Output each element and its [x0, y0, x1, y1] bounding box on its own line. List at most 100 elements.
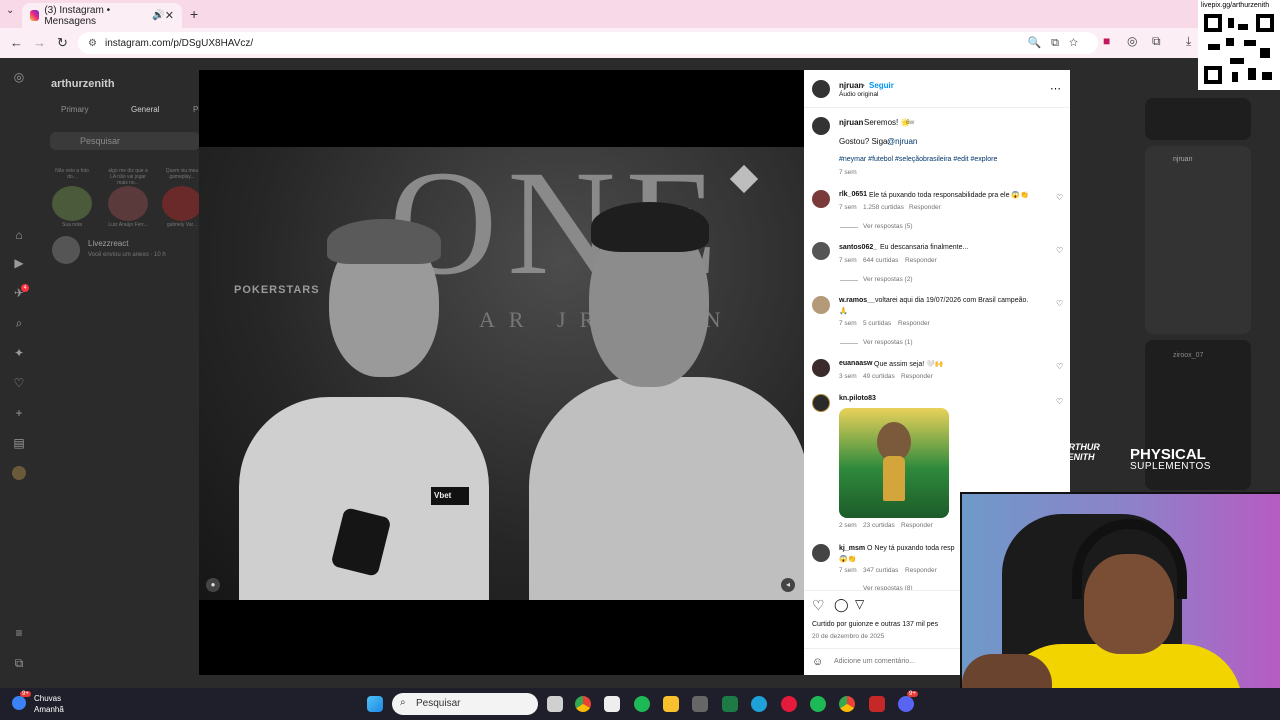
discord-icon[interactable] [898, 696, 914, 712]
instagram-logo-icon[interactable]: ◎ [12, 70, 26, 84]
comment-user[interactable]: santos062_ [839, 244, 877, 251]
emoji-icon[interactable]: ☺ [812, 656, 823, 668]
chrome-icon[interactable] [575, 696, 591, 712]
spotify-icon[interactable] [634, 696, 650, 712]
start-icon[interactable] [367, 696, 383, 712]
dm-username[interactable]: arthurzenith [51, 78, 115, 90]
liked-by-text[interactable]: Curtido por guionze e outras 137 mil pes [812, 621, 938, 628]
comment-avatar[interactable] [812, 544, 830, 562]
story-avatar[interactable] [108, 186, 148, 221]
like-comment-icon[interactable]: ♡ [1056, 193, 1063, 202]
comment-image[interactable] [839, 408, 949, 518]
forward-icon[interactable]: → [33, 35, 46, 50]
address-bar[interactable]: ⚙ instagram.com/p/DSgUX8HAVcz/ 🔍⧉☆ [78, 32, 1098, 54]
close-tab-icon[interactable]: ✕ [165, 9, 174, 22]
extension-icon[interactable]: ■ [1103, 34, 1110, 48]
comment-user[interactable]: rlk_0651 [839, 191, 867, 198]
puzzle-icon[interactable]: ⧉ [1152, 34, 1161, 49]
more-options-icon[interactable]: ⋯ [1050, 82, 1061, 95]
follow-button[interactable]: Seguir [869, 81, 894, 90]
tab-instagram[interactable]: (3) Instagram • Mensagens 🔊 ✕ [22, 3, 182, 28]
dm-search-input[interactable]: Pesquisar [50, 132, 200, 150]
caption-hashtags[interactable]: #neymar #futebol #seleçãobrasileira #edi… [839, 156, 997, 163]
video-frame[interactable]: ONE AR JR E ON POKERSTARS Vbet ● ◂ [199, 147, 804, 600]
extension2-icon[interactable]: ◎ [1127, 34, 1137, 48]
comment-likes[interactable]: 49 curtidas [863, 373, 895, 380]
view-replies-button[interactable]: Ver respostas (2) [863, 276, 913, 283]
feed-card[interactable] [1145, 98, 1251, 140]
dm-tab-primary[interactable]: Primary [61, 105, 89, 114]
like-comment-icon[interactable]: ♡ [1056, 397, 1063, 406]
new-tab-icon[interactable]: + [190, 6, 198, 22]
meta-icon[interactable]: ⧉ [12, 656, 26, 670]
chrome-active-icon[interactable] [839, 696, 855, 712]
audio-label[interactable]: Áudio original [839, 91, 878, 98]
story-avatar[interactable] [52, 186, 92, 221]
create-icon[interactable]: + [12, 406, 26, 420]
comment-likes[interactable]: 23 curtidas [863, 522, 895, 529]
back-icon[interactable]: ← [10, 35, 23, 50]
reels-icon[interactable]: ▶ [12, 256, 26, 270]
reply-button[interactable]: Responder [901, 373, 933, 380]
tab-search-icon[interactable]: ⌄ [6, 5, 14, 16]
comment-user[interactable]: w.ramos__ [839, 297, 875, 304]
post-video[interactable]: ONE AR JR E ON POKERSTARS Vbet ● ◂ [199, 70, 804, 675]
author-avatar[interactable] [812, 80, 830, 98]
conversation-name[interactable]: Livezzreact [88, 239, 128, 248]
comment-avatar[interactable] [812, 296, 830, 314]
download-icon[interactable]: ⤓ [1186, 34, 1191, 49]
view-replies-button[interactable]: Ver respostas (1) [863, 339, 913, 346]
comment-user[interactable]: euanaasw [839, 360, 872, 367]
comment-icon[interactable]: ◯ [834, 597, 849, 613]
comment-likes[interactable]: 1.258 curtidas [863, 204, 904, 211]
caption-mention[interactable]: @njruan [887, 137, 917, 146]
comment-avatar[interactable] [812, 359, 830, 377]
reply-button[interactable]: Responder [909, 204, 941, 211]
share-icon[interactable]: ▽ [855, 597, 864, 611]
dashboard-icon[interactable]: ▤ [12, 436, 26, 450]
menu-icon[interactable]: ≡ [12, 626, 26, 640]
mute-icon[interactable]: ◂ [781, 578, 795, 592]
comment-user[interactable]: kn.piloto83 [839, 395, 876, 402]
spotify2-icon[interactable] [810, 696, 826, 712]
reply-button[interactable]: Responder [901, 522, 933, 529]
explore-icon[interactable]: ✦ [12, 346, 26, 360]
tagged-user-icon[interactable]: ● [206, 578, 220, 592]
reply-button[interactable]: Responder [905, 567, 937, 574]
like-icon[interactable]: ♡ [812, 597, 825, 614]
weather-widget[interactable]: Chuvas Amanhã [34, 693, 64, 715]
feed-card[interactable]: njruan [1145, 146, 1251, 334]
speaker-icon[interactable]: 🔊 [152, 10, 164, 21]
comment-likes[interactable]: 5 curtidas [863, 320, 891, 327]
home-icon[interactable]: ⌂ [12, 228, 26, 242]
like-comment-icon[interactable]: ♡ [1056, 362, 1063, 371]
search-icon[interactable]: ⌕ [12, 316, 26, 330]
comment-avatar[interactable] [812, 394, 830, 412]
opera-icon[interactable] [781, 696, 797, 712]
dm-tab-general[interactable]: General [131, 105, 159, 114]
heart-icon[interactable]: ♡ [12, 376, 26, 390]
reload-icon[interactable]: ↻ [57, 35, 68, 51]
profile-avatar[interactable] [12, 466, 26, 480]
edge-icon[interactable] [751, 696, 767, 712]
excel-icon[interactable] [722, 696, 738, 712]
taskbar-search[interactable]: ⌕ Pesquisar [392, 693, 538, 715]
site-info-icon[interactable]: ⚙ [88, 38, 97, 49]
comment-likes[interactable]: 644 curtidas [863, 257, 898, 264]
conversation-avatar[interactable] [52, 236, 80, 264]
reply-button[interactable]: Responder [905, 257, 937, 264]
view-replies-button[interactable]: Ver respostas (5) [863, 223, 913, 230]
file-explorer-icon[interactable] [663, 696, 679, 712]
game-icon[interactable] [869, 696, 885, 712]
comment-user[interactable]: kj_msm [839, 545, 865, 552]
app-icon[interactable] [692, 696, 708, 712]
story-avatar[interactable] [162, 186, 202, 221]
weather-icon[interactable] [12, 696, 26, 710]
caption-user[interactable]: njruan [839, 118, 863, 127]
like-comment-icon[interactable]: ♡ [1056, 299, 1063, 308]
comment-likes[interactable]: 347 curtidas [863, 567, 898, 574]
comment-avatar[interactable] [812, 190, 830, 208]
author-name[interactable]: njruan [839, 81, 863, 90]
comment-input[interactable]: Adicione um comentário... [834, 658, 915, 665]
task-view-icon[interactable] [547, 696, 563, 712]
